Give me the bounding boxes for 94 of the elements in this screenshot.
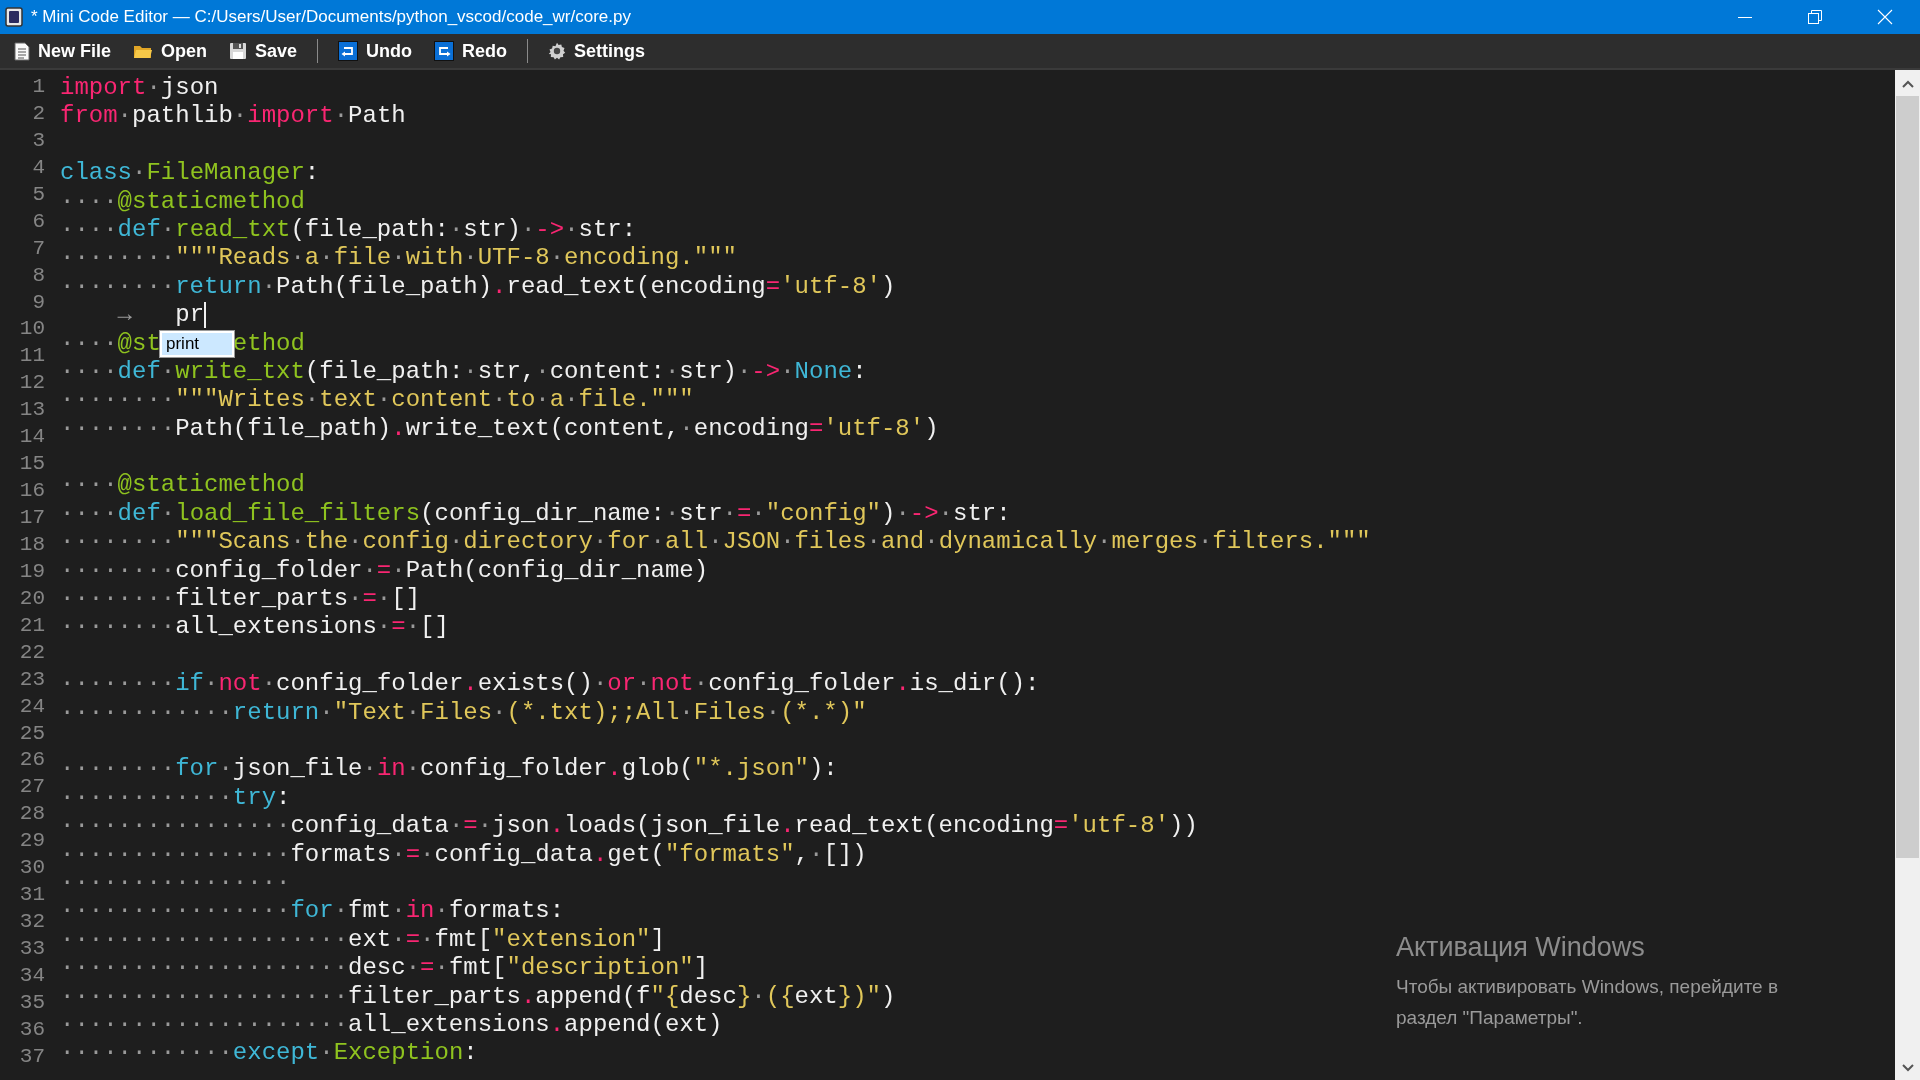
undo-button[interactable]: Undo (336, 36, 421, 66)
line-number: 2 (31, 100, 46, 127)
text-cursor (204, 301, 207, 328)
line-number: 31 (18, 882, 46, 909)
code-line: import·json (60, 74, 219, 103)
activation-title: Активация Windows (1396, 932, 1646, 963)
line-number: 32 (18, 909, 46, 936)
line-number: 9 (31, 289, 46, 316)
window-title: * Mini Code Editor — C:/Users/User/Documents/python_vscod/code_wr/core.py (31, 7, 631, 27)
line-number: 19 (18, 558, 46, 585)
code-line: ····@staticmethod (60, 187, 305, 216)
activation-text: Чтобы активировать Windows, перейдите в (1396, 975, 1779, 999)
scroll-up-icon[interactable] (1901, 80, 1914, 88)
close-icon (1877, 9, 1893, 25)
line-number: 34 (18, 962, 46, 989)
line-number: 37 (18, 1043, 46, 1070)
code-line: from·pathlib·import·Path (60, 102, 406, 131)
code-line: ········"""Scans·the·config·directory·for·all·JSON·files·and·dynamically·merges·filters.""" (60, 528, 1371, 557)
code-line: ················config_data·=·json.loads(json_file.read_text(encoding='utf-8')) (60, 812, 1198, 841)
line-number: 29 (18, 828, 46, 855)
scrollbar[interactable] (1895, 70, 1920, 1080)
line-number: 24 (18, 693, 46, 720)
open-button[interactable]: Open (131, 36, 216, 66)
line-number: 14 (18, 424, 46, 451)
line-number: 28 (18, 801, 46, 828)
line-number: 25 (18, 720, 46, 747)
line-number: 26 (18, 747, 46, 774)
code-line: ············except·Exception: (60, 1039, 478, 1068)
line-number: 33 (18, 936, 46, 962)
line-number: 21 (18, 612, 46, 639)
code-line: ········config_folder·=·Path(config_dir_name) (60, 556, 709, 586)
new-file-button[interactable]: New File (12, 36, 120, 66)
line-number: 8 (31, 262, 46, 289)
code-text: ····@st (60, 329, 161, 358)
line-number: 16 (18, 478, 46, 505)
line-number: 22 (18, 639, 46, 666)
settings-icon (548, 42, 567, 60)
line-number: 1 (31, 74, 46, 100)
line-number: 30 (18, 855, 46, 882)
code-line: ····def·load_file_filters(config_dir_name:·str·=·"config")·->·str: (60, 499, 1011, 529)
code-text: ethod (232, 329, 305, 358)
line-number: 20 (18, 585, 46, 612)
code-line: ····@staticmethod (60, 471, 305, 500)
code-line: ················for·fmt·in·formats: (60, 897, 565, 926)
line-number: 36 (18, 1016, 46, 1043)
code-line: class·FileManager: (60, 159, 320, 188)
suggestion-item[interactable]: print (162, 333, 232, 355)
code-line: ····················ext·=·fmt["extension"] (60, 925, 665, 955)
code-line: ················formats·=·config_data.get("formats",·[]) (60, 840, 867, 869)
redo-button[interactable]: Redo (432, 36, 516, 66)
code-line: ········"""Writes·text·content·to·a·file.""" (60, 386, 694, 415)
code-line: ············return·"Text·Files·(*.txt);;All·Files·(*.*)" (60, 698, 867, 727)
code-line: ········"""Reads·a·file·with·UTF-8·encoding.""" (60, 244, 737, 273)
save-button[interactable]: Save (227, 36, 306, 66)
line-number: 7 (31, 235, 46, 262)
code-line: → pr (116, 301, 207, 330)
scroll-down-icon[interactable] (1901, 1064, 1914, 1072)
redo-icon (434, 41, 455, 61)
code-line: ····················desc·=·fmt["description"] (60, 954, 709, 983)
settings-button[interactable]: Settings (546, 36, 654, 66)
folder-icon (133, 43, 154, 59)
line-number: 11 (18, 343, 46, 370)
line-number: 18 (18, 531, 46, 558)
document-icon (14, 41, 30, 61)
line-number: 35 (18, 989, 46, 1016)
code-line: ········all_extensions·=·[] (60, 613, 449, 642)
line-number: 5 (31, 181, 46, 208)
scrollbar-thumb[interactable] (1896, 96, 1919, 858)
activation-text: раздел "Параметры". (1396, 1006, 1584, 1030)
line-number: 4 (31, 154, 46, 181)
code-line: ········return·Path(file_path).read_text(encoding='utf-8') (60, 272, 896, 302)
code-line: ········for·json_file·in·config_folder.glob("*.json"): (60, 755, 838, 784)
code-line: ····················all_extensions.append(ext) (60, 1010, 723, 1040)
code-line: ····················filter_parts.append(f"{desc}·({ext})") (60, 982, 896, 1011)
restore-icon (1807, 9, 1823, 25)
code-line: ········filter_parts·=·[] (60, 585, 421, 614)
line-number: 3 (31, 127, 46, 154)
code-line: ········Path(file_path).write_text(content,·encoding='utf-8') (60, 414, 939, 444)
line-number: 17 (18, 505, 46, 531)
line-number: 23 (18, 666, 46, 693)
code-line: ····def·write_txt(file_path:·str,·content:·str)·->·None: (60, 357, 867, 387)
minimize-icon (1738, 16, 1752, 18)
line-number: 15 (18, 451, 46, 478)
code-line: ····def·read_txt(file_path:·str)·->·str: (60, 215, 637, 245)
line-number: 13 (18, 397, 46, 424)
line-number: 27 (18, 774, 46, 801)
line-number: 10 (18, 316, 46, 343)
code-line: ················ (60, 868, 291, 898)
app-icon (5, 7, 23, 27)
undo-icon (338, 41, 359, 61)
line-number: 6 (31, 208, 46, 235)
code-line: ········if·not·config_folder.exists()·or·not·config_folder.is_dir(): (60, 670, 1040, 699)
line-number: 12 (18, 370, 46, 397)
code-line: ············try: (60, 783, 291, 813)
